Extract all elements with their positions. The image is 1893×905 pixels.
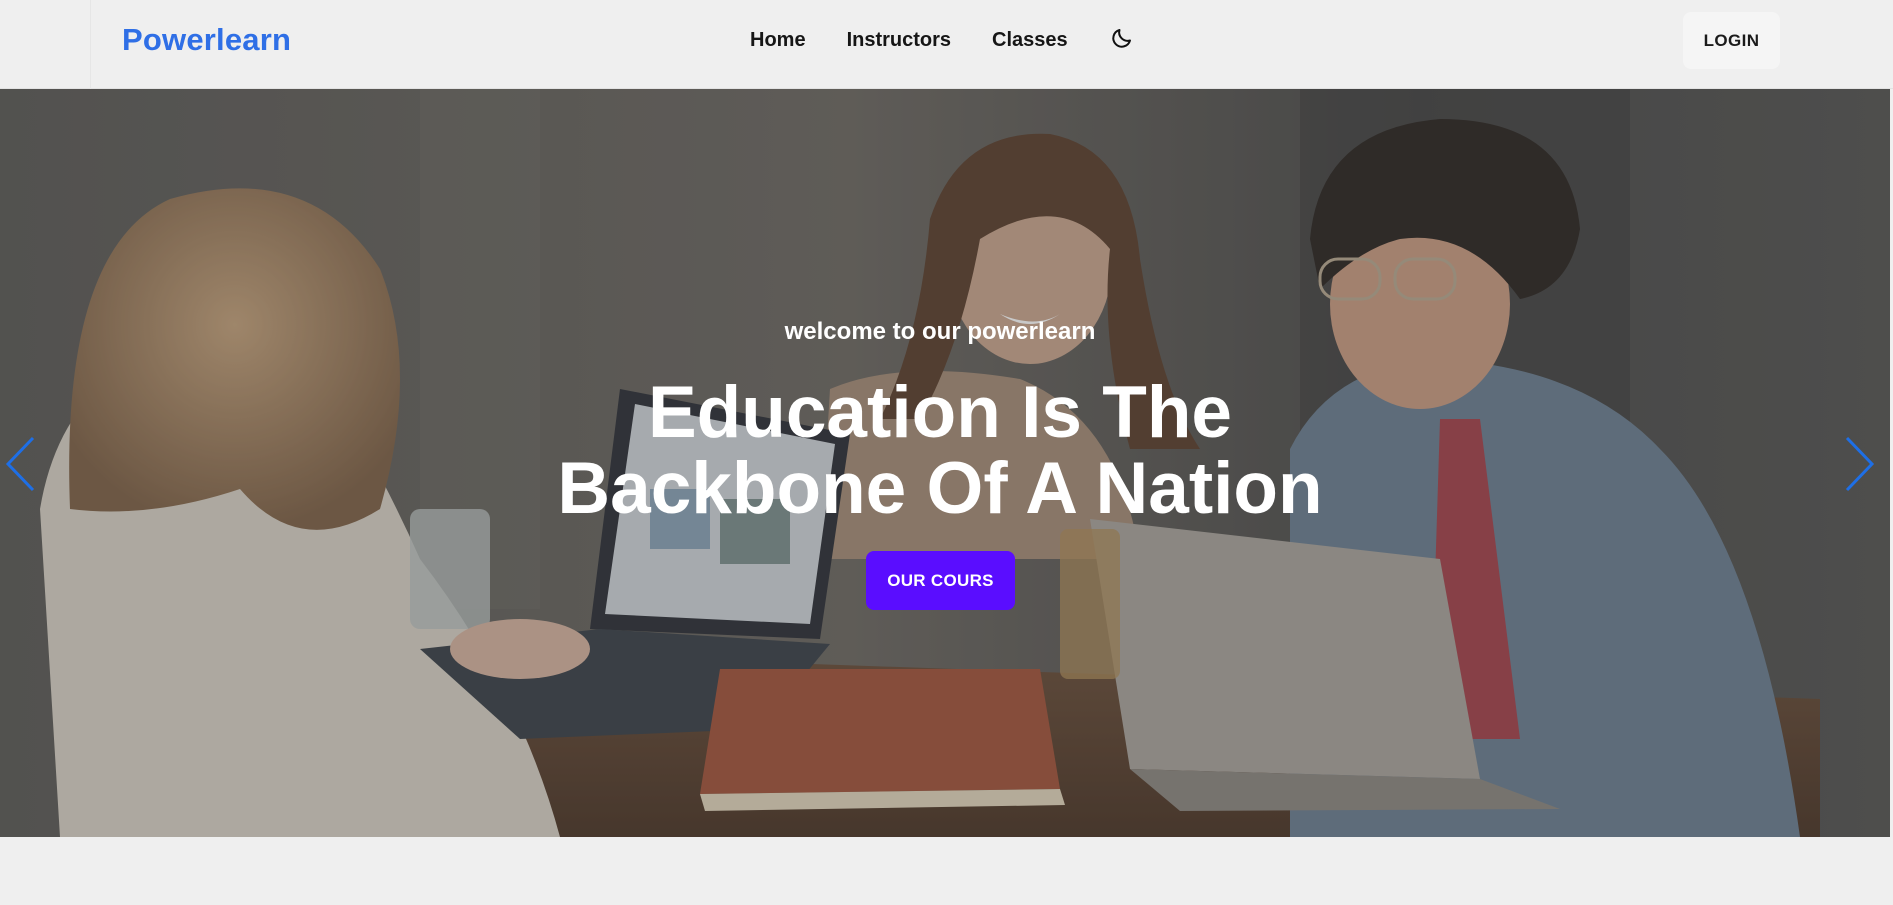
hero-slider: welcome to our powerlearn Education Is T… [0,89,1890,837]
hero-subtitle: welcome to our powerlearn [784,318,1096,345]
hero-content: welcome to our powerlearn Education Is T… [0,89,1890,837]
login-button[interactable]: LOGIN [1683,12,1780,69]
our-courses-button[interactable]: OUR COURS [866,551,1015,610]
hero-title-line-2: Backbone Of A Nation [557,448,1323,529]
nav-link-classes[interactable]: Classes [992,28,1068,52]
main-nav: Home Instructors Classes [750,28,1135,52]
hero-title-line-1: Education Is The [647,372,1233,453]
slider-next-button[interactable] [1840,434,1880,494]
hero-title: Education Is The Backbone Of A Nation [0,375,1880,527]
navbar: Powerlearn Home Instructors Classes LOGI… [0,0,1893,89]
chevron-left-icon [5,436,35,492]
moon-icon[interactable] [1109,25,1135,51]
navbar-divider [90,0,91,89]
nav-link-instructors[interactable]: Instructors [847,28,951,52]
nav-link-home[interactable]: Home [750,28,806,52]
slider-prev-button[interactable] [0,434,40,494]
brand-logo[interactable]: Powerlearn [122,22,291,58]
chevron-right-icon [1845,436,1875,492]
